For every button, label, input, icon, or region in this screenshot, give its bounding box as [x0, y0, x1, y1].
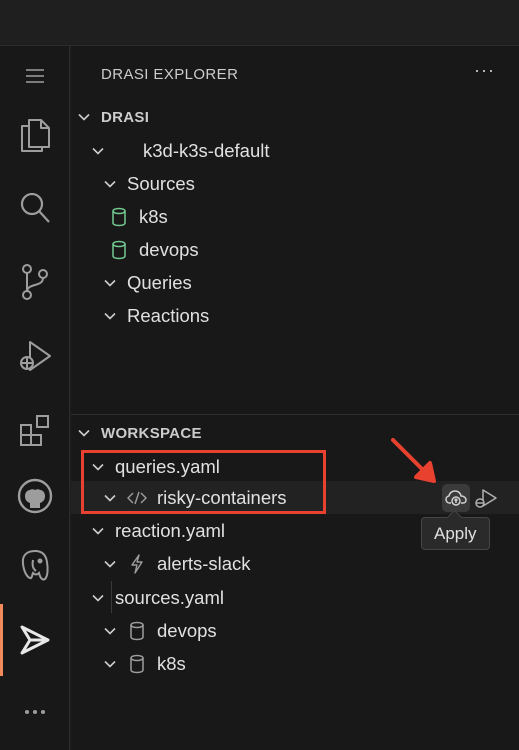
annotation-arrow — [390, 437, 442, 494]
chevron-down-icon — [103, 309, 117, 323]
more-icon[interactable] — [0, 682, 70, 742]
source-item-k8s[interactable]: k8s — [71, 647, 519, 680]
explorer-icon[interactable] — [0, 104, 70, 164]
tooltip-label: Apply — [434, 523, 477, 543]
source-item-devops[interactable]: devops — [71, 614, 519, 647]
cluster-item[interactable]: k3d-k3s-default — [71, 134, 519, 167]
chevron-down-icon — [77, 110, 91, 124]
chevron-down-icon — [103, 276, 117, 290]
chevron-down-icon — [91, 524, 105, 538]
run-debug-icon — [475, 489, 497, 508]
database-icon — [127, 653, 147, 675]
workspace-section-header[interactable]: WORKSPACE — [71, 418, 519, 448]
section-divider — [71, 414, 519, 415]
source-label: k8s — [157, 652, 186, 674]
reactions-label: Reactions — [127, 304, 210, 326]
reaction-label: alerts-slack — [157, 552, 251, 574]
database-icon — [127, 620, 147, 642]
source-item[interactable]: k8s — [71, 200, 519, 233]
reaction-item-alerts-slack[interactable]: alerts-slack — [71, 547, 519, 580]
cloud-upload-icon — [445, 490, 467, 506]
drasi-section-header[interactable]: DRASI — [71, 102, 519, 132]
drasi-icon[interactable] — [0, 604, 70, 676]
source-label: devops — [139, 238, 199, 260]
workspace-section-title: WORKSPACE — [101, 424, 202, 442]
indent-guide — [111, 581, 112, 613]
github-icon[interactable] — [0, 466, 70, 526]
file-label: sources.yaml — [115, 586, 224, 608]
chevron-down-icon — [91, 591, 105, 605]
source-item[interactable]: devops — [71, 233, 519, 266]
apply-tooltip: Apply — [421, 517, 490, 550]
activity-bar — [0, 46, 70, 750]
sources-label: Sources — [127, 172, 195, 194]
source-control-icon[interactable] — [0, 252, 70, 312]
chevron-down-icon — [77, 426, 91, 440]
search-icon[interactable] — [0, 178, 70, 238]
lightning-icon — [127, 553, 147, 575]
reactions-group[interactable]: Reactions — [71, 299, 519, 332]
debug-button[interactable] — [474, 487, 498, 509]
more-actions-icon[interactable]: ··· — [474, 60, 495, 81]
postgresql-icon[interactable] — [0, 536, 70, 596]
sidebar-title: DRASI EXPLORER — [101, 66, 239, 83]
sources-group[interactable]: Sources — [71, 167, 519, 200]
source-label: devops — [157, 619, 217, 641]
file-item-sources-yaml[interactable]: sources.yaml — [71, 581, 519, 614]
database-icon — [109, 206, 129, 228]
chevron-down-icon — [103, 177, 117, 191]
drasi-explorer-sidebar: DRASI EXPLORER ··· DRASI k3d-k3s-default… — [71, 46, 519, 750]
drasi-section-title: DRASI — [101, 108, 150, 126]
run-debug-icon[interactable] — [0, 326, 70, 386]
chevron-down-icon — [103, 624, 117, 638]
queries-group[interactable]: Queries — [71, 266, 519, 299]
chevron-down-icon — [91, 144, 105, 158]
queries-label: Queries — [127, 271, 192, 293]
query-row-actions — [442, 484, 498, 512]
file-label: reaction.yaml — [115, 519, 226, 541]
menu-icon[interactable] — [0, 46, 70, 106]
highlight-box — [81, 450, 326, 514]
source-label: k8s — [139, 205, 168, 227]
cluster-label: k3d-k3s-default — [143, 139, 270, 161]
chevron-down-icon — [103, 657, 117, 671]
chevron-down-icon — [103, 557, 117, 571]
database-icon — [109, 239, 129, 261]
extensions-icon[interactable] — [0, 400, 70, 460]
apply-button[interactable] — [442, 484, 470, 512]
title-bar — [0, 0, 519, 46]
